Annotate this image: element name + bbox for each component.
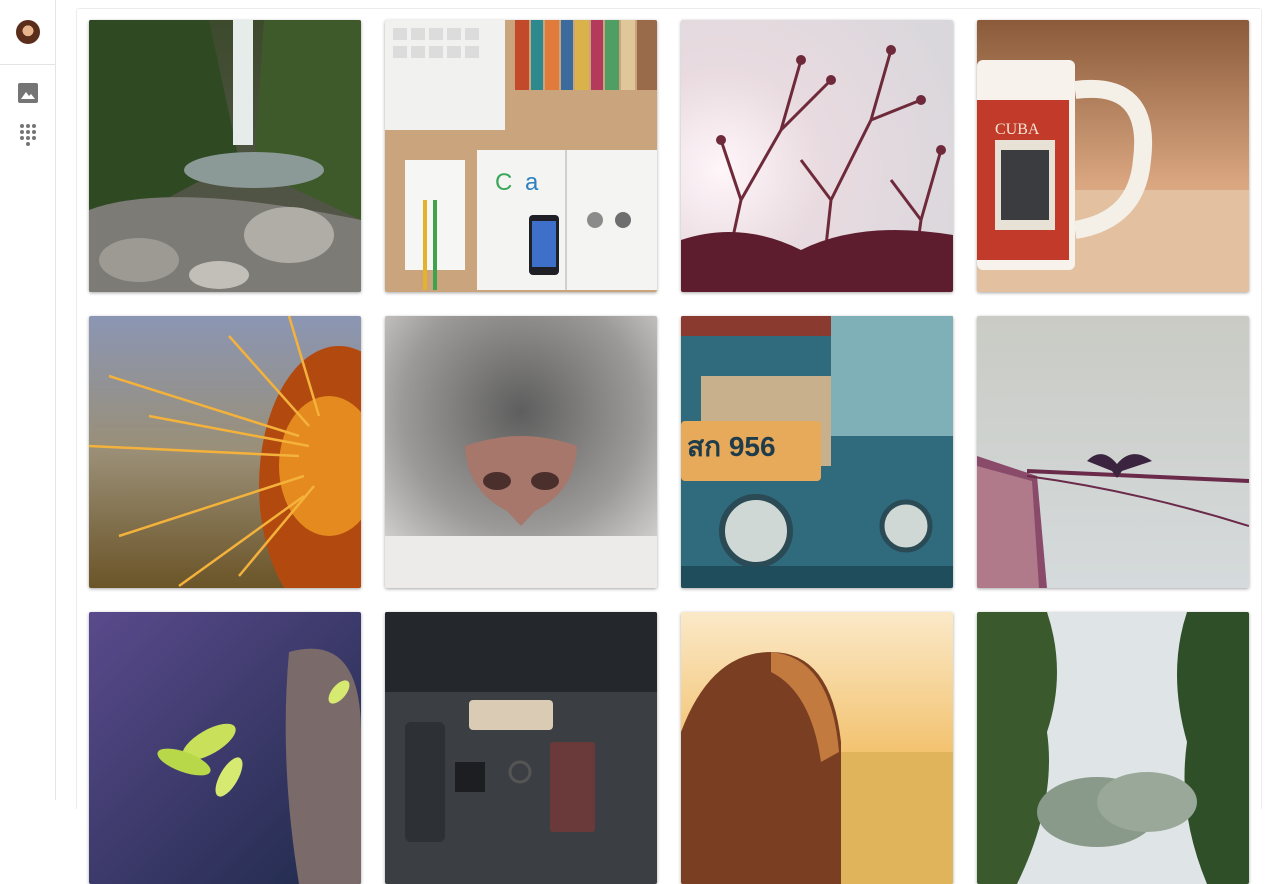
photos-nav-button[interactable] — [14, 79, 42, 107]
photo-trees[interactable] — [977, 612, 1249, 884]
photo-mug[interactable]: CUBA — [977, 20, 1249, 292]
photo-cactus[interactable] — [89, 316, 361, 588]
photo-tree-branches[interactable] — [681, 20, 953, 292]
photo-dark-desk[interactable] — [385, 612, 657, 884]
svg-text:CUBA: CUBA — [995, 121, 1040, 138]
photo-woman-sunset[interactable] — [681, 612, 953, 884]
apps-nav-button[interactable] — [14, 122, 42, 150]
apps-grid-icon — [20, 124, 36, 146]
photo-bird-on-boat[interactable] — [977, 316, 1249, 588]
image-icon — [18, 83, 38, 103]
photo-tuk-tuk[interactable]: สก 956 — [681, 316, 953, 588]
photo-desk-with-books[interactable]: C a — [385, 20, 657, 292]
rail-divider — [0, 64, 55, 65]
photo-waterfall[interactable] — [89, 20, 361, 292]
photo-plant[interactable] — [89, 612, 361, 884]
photo-grid: C a CUBA สก 956 — [89, 20, 1249, 884]
svg-text:C: C — [495, 169, 512, 196]
user-avatar[interactable] — [16, 20, 40, 44]
gallery-panel: C a CUBA สก 956 — [76, 8, 1262, 884]
side-rail — [0, 0, 56, 800]
svg-text:สก 956: สก 956 — [687, 431, 776, 462]
photo-cat-nose[interactable] — [385, 316, 657, 588]
svg-text:a: a — [525, 169, 539, 196]
